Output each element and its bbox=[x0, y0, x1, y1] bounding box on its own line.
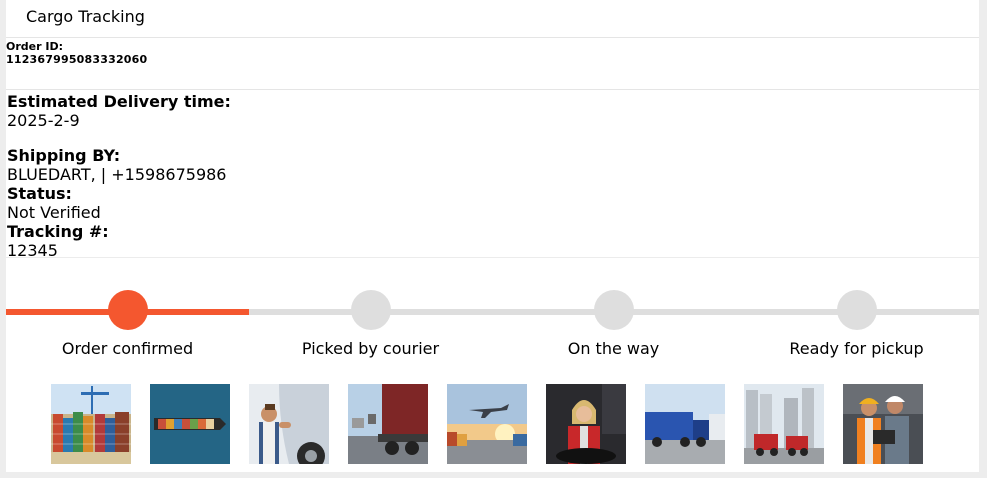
delivery-label: Estimated Delivery time: bbox=[7, 92, 231, 111]
order-section: Order ID: 112367995083332060 bbox=[6, 38, 979, 90]
order-id-label: Order ID: bbox=[6, 40, 63, 53]
container-port-photo[interactable] bbox=[51, 384, 131, 464]
page-header: Cargo Tracking bbox=[6, 0, 979, 38]
step-label: Ready for pickup bbox=[789, 339, 924, 358]
shipping-value: BLUEDART, | +1598675986 bbox=[7, 165, 227, 184]
blue-trucks-parked-photo[interactable] bbox=[645, 384, 725, 464]
status-label: Status: bbox=[7, 184, 72, 203]
step-dot bbox=[593, 290, 634, 330]
step-picked-by-courier: Picked by courier bbox=[249, 290, 492, 358]
status-value: Not Verified bbox=[7, 203, 101, 222]
order-id-value: 112367995083332060 bbox=[6, 53, 148, 66]
step-label: On the way bbox=[567, 339, 660, 358]
delivery-value: 2025-2-9 bbox=[7, 111, 80, 130]
step-label: Picked by courier bbox=[301, 339, 440, 358]
shipment-details: Estimated Delivery time: 2025-2-9 Shippi… bbox=[6, 90, 979, 260]
workers-with-laptop-photo[interactable] bbox=[843, 384, 923, 464]
tracking-label: Tracking #: bbox=[7, 222, 109, 241]
airplane-over-containers-photo[interactable] bbox=[447, 384, 527, 464]
truck-on-road-photo[interactable] bbox=[348, 384, 428, 464]
step-order-confirmed: Order confirmed bbox=[6, 290, 249, 358]
cargo-ship-photo[interactable] bbox=[150, 384, 230, 464]
woman-driving-truck-photo[interactable] bbox=[546, 384, 626, 464]
page-title: Cargo Tracking bbox=[26, 7, 145, 26]
step-on-the-way: On the way bbox=[492, 290, 735, 358]
step-ready-for-pickup: Ready for pickup bbox=[735, 290, 978, 358]
step-dot bbox=[350, 290, 391, 330]
shipping-label: Shipping BY: bbox=[7, 146, 121, 165]
trucks-at-silos-photo[interactable] bbox=[744, 384, 824, 464]
truck-driver-thumbs-up-photo[interactable] bbox=[249, 384, 329, 464]
photo-gallery bbox=[51, 384, 942, 464]
step-dot bbox=[836, 290, 877, 330]
step-label: Order confirmed bbox=[61, 339, 194, 358]
progress-tracker: Order confirmed Picked by courier On the… bbox=[6, 258, 979, 358]
step-dot bbox=[107, 290, 148, 330]
